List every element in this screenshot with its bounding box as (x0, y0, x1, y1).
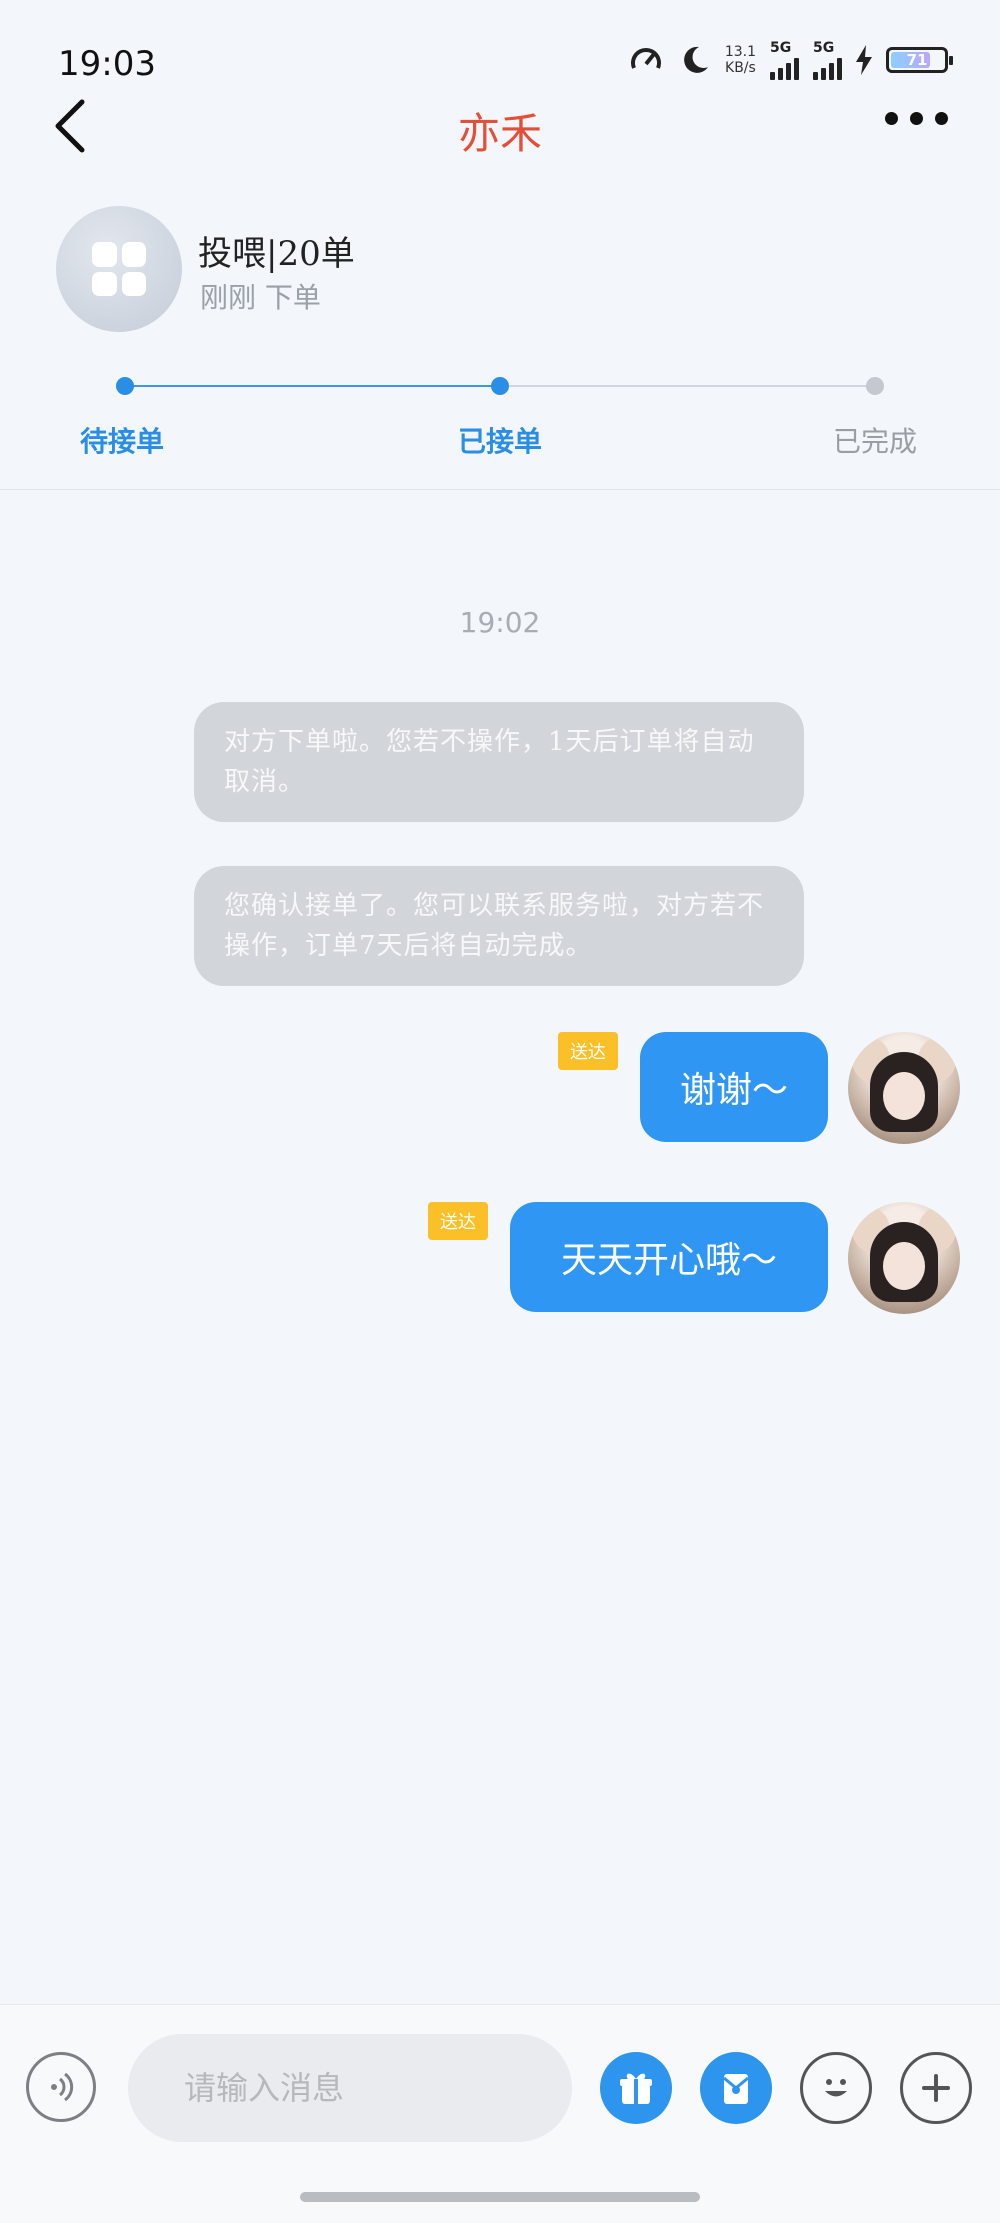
net-speed: 13.1 KB/s (725, 44, 756, 76)
signal-bars-icon (813, 56, 842, 80)
signal-bars-icon (770, 56, 799, 80)
charging-icon (856, 45, 872, 75)
more-button[interactable] (885, 112, 948, 125)
page-title: 亦禾 (457, 109, 542, 158)
order-title: 投喂|20单 (198, 234, 355, 274)
signal-2: 5G (813, 40, 842, 80)
progress-track-active (124, 385, 500, 387)
battery-percent: 71 (906, 51, 928, 69)
system-message: 您确认接单了。您可以联系服务啦，对方若不操作，订单7天后将自动完成。 (194, 866, 804, 986)
message-text: 天天开心哦～ (560, 1240, 777, 1281)
step-label-accepted: 已接单 (458, 425, 543, 458)
progress-dot-pending (116, 377, 134, 395)
moon-icon (683, 46, 708, 73)
message-row: 送达 天天开心哦～ (428, 1202, 960, 1314)
status-icons: 13.1 KB/s 5G 5G 71 (629, 40, 953, 80)
status-time: 19:03 (58, 44, 156, 84)
more-dot (935, 112, 948, 125)
signal-1: 5G (770, 40, 799, 80)
speedometer-icon (630, 48, 661, 69)
message-row: 送达 谢谢～ (557, 1032, 960, 1144)
smiley-icon (825, 2079, 847, 2097)
emoji-button[interactable] (800, 2052, 872, 2124)
gift-icon (620, 2073, 652, 2104)
header-divider (0, 489, 1000, 490)
avatar[interactable] (848, 1202, 960, 1314)
system-message: 对方下单啦。您若不操作，1天后订单将自动取消。 (194, 702, 804, 822)
signal-1-label: 5G (770, 40, 792, 56)
plus-icon (922, 2074, 950, 2102)
more-dot (910, 112, 923, 125)
delivered-badge: 送达 (428, 1202, 488, 1240)
message-bubble[interactable]: 谢谢～ (639, 1032, 828, 1142)
voice-button[interactable] (26, 2052, 96, 2122)
home-indicator[interactable] (300, 2192, 700, 2202)
signal-2-label: 5G (813, 40, 835, 56)
avatar[interactable] (848, 1032, 960, 1144)
order-subtitle: 刚刚 下单 (200, 281, 321, 314)
progress-dot-accepted (491, 377, 509, 395)
message-text: 谢谢～ (679, 1070, 788, 1111)
more-dot (885, 112, 898, 125)
battery-icon: 71 (886, 47, 953, 73)
step-label-completed: 已完成 (833, 425, 918, 458)
net-speed-unit: KB/s (725, 60, 756, 76)
gift-button[interactable] (600, 2052, 672, 2124)
chat-timestamp: 19:02 (459, 606, 541, 639)
red-packet-button[interactable] (700, 2052, 772, 2124)
app-grid-icon (92, 242, 146, 296)
step-label-pending: 待接单 (80, 425, 165, 458)
message-input[interactable] (128, 2034, 572, 2142)
envelope-icon (723, 2074, 749, 2104)
progress-track-inactive (500, 385, 876, 387)
voice-icon (51, 2072, 74, 2102)
delivered-badge: 送达 (557, 1032, 618, 1070)
net-speed-value: 13.1 (724, 44, 756, 60)
order-avatar (56, 206, 182, 332)
add-button[interactable] (900, 2052, 972, 2124)
message-bubble[interactable]: 天天开心哦～ (510, 1202, 828, 1312)
progress-dot-completed (866, 377, 884, 395)
